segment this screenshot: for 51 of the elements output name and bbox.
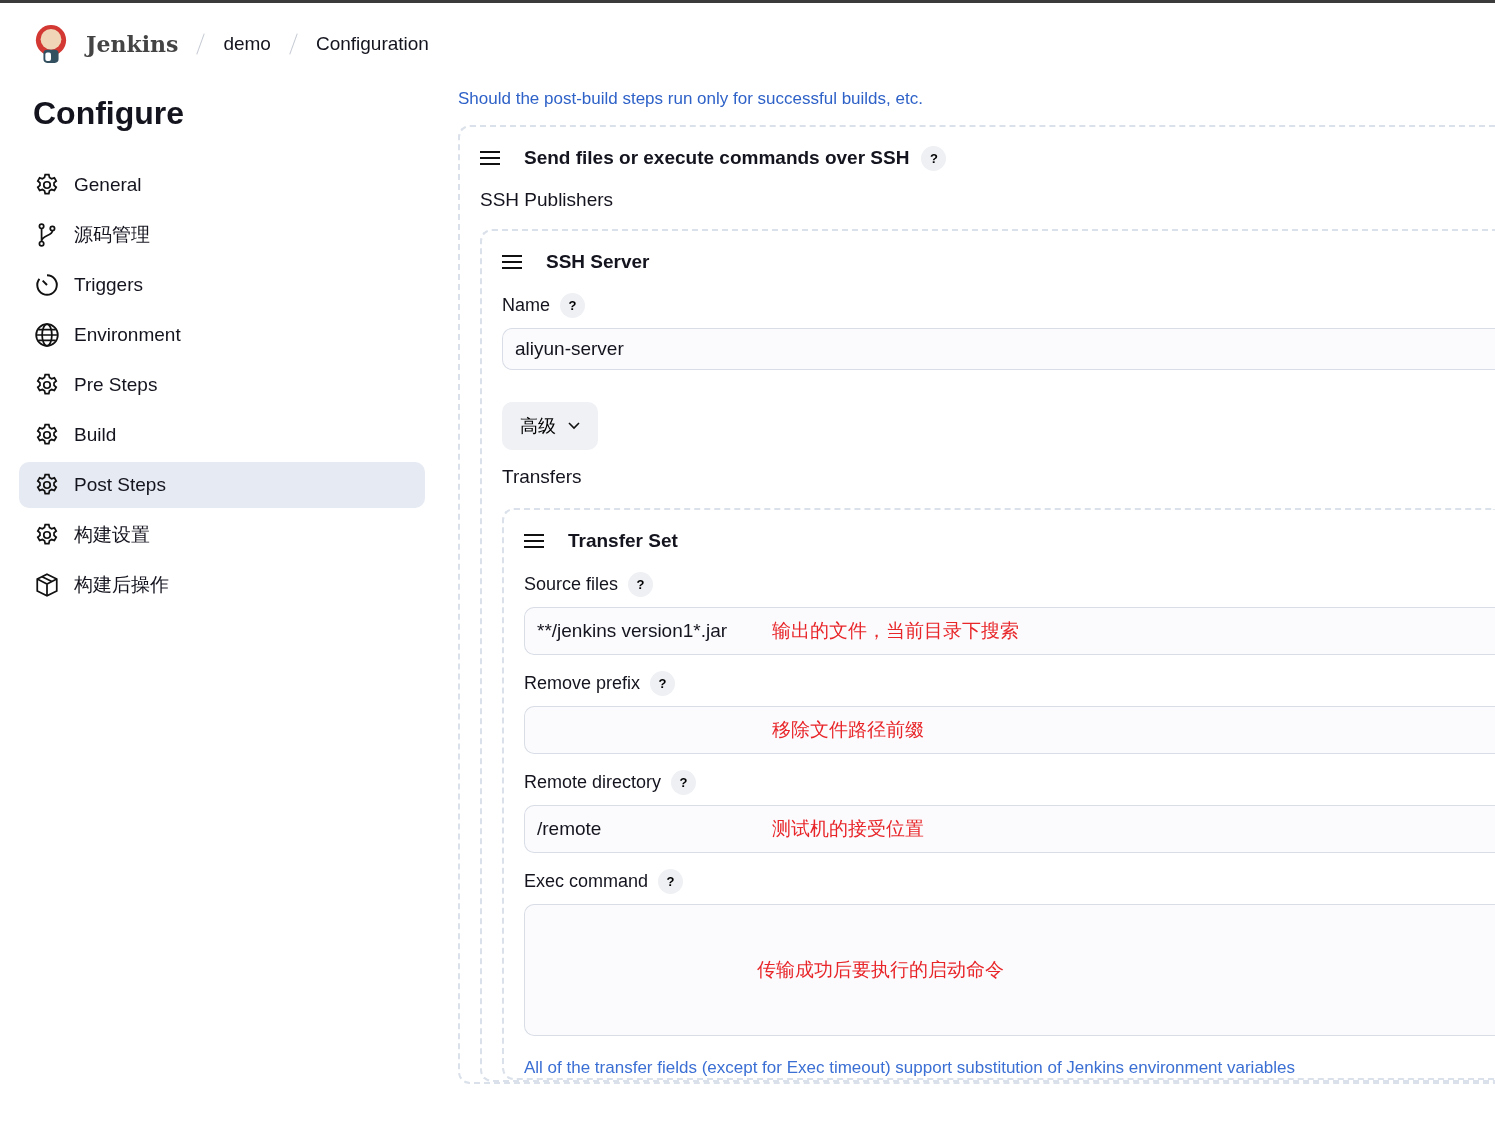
sidebar-item[interactable]: 构建后操作 bbox=[19, 562, 425, 608]
sidebar-item[interactable]: 构建设置 bbox=[19, 512, 425, 558]
name-field[interactable]: aliyun-server bbox=[502, 328, 1495, 370]
section-title: SSH Server bbox=[546, 251, 650, 273]
brand-name[interactable]: Jenkins bbox=[86, 31, 179, 57]
sidebar-item[interactable]: Post Steps bbox=[19, 462, 425, 508]
sidebar-item[interactable]: General bbox=[19, 162, 425, 208]
annotation-text: 输出的文件，当前目录下搜索 bbox=[772, 619, 1019, 643]
field-label: SSH Publishers bbox=[480, 189, 615, 211]
globe-icon bbox=[34, 322, 60, 348]
mascot-logo-icon[interactable] bbox=[34, 23, 68, 65]
help-button[interactable]: ? bbox=[658, 869, 684, 894]
field-label: Remote directory bbox=[524, 772, 662, 793]
menu-icon[interactable] bbox=[524, 534, 544, 548]
menu-icon[interactable] bbox=[502, 255, 522, 269]
field-value: **/jenkins version1*.jar bbox=[537, 620, 729, 642]
sidebar-item[interactable]: 源码管理 bbox=[19, 212, 425, 258]
help-link[interactable]: Should the post-build steps run only for successful builds, etc. bbox=[458, 89, 923, 109]
help-button[interactable]: ? bbox=[628, 572, 654, 597]
annotation-text: 移除文件路径前缀 bbox=[772, 718, 924, 742]
breadcrumb-link[interactable]: demo bbox=[223, 33, 271, 55]
help-button[interactable]: ? bbox=[671, 770, 697, 795]
annotation-text: 测试机的接受位置 bbox=[772, 817, 924, 841]
text-field[interactable]: /remote 测试机的接受位置 bbox=[524, 805, 1495, 853]
field-label: Remove prefix bbox=[524, 673, 641, 694]
sidebar-item[interactable]: Triggers bbox=[19, 262, 425, 308]
timer-icon bbox=[34, 272, 60, 298]
breadcrumb-link[interactable]: Configuration bbox=[315, 33, 429, 55]
field-label: Exec command bbox=[524, 871, 649, 892]
sidebar-item[interactable]: Build bbox=[19, 412, 425, 458]
advanced-button[interactable]: 高级 bbox=[502, 402, 598, 450]
field-label: Transfers bbox=[502, 466, 583, 488]
text-field[interactable]: 移除文件路径前缀 bbox=[524, 706, 1495, 754]
caret-icon bbox=[568, 422, 580, 430]
field-label: Source files bbox=[524, 574, 619, 595]
menu-icon[interactable] bbox=[480, 151, 500, 165]
help-button[interactable]: ? bbox=[560, 293, 585, 318]
annotation-text: 传输成功后要执行的启动命令 bbox=[757, 958, 1004, 982]
sidebar-item[interactable]: Environment bbox=[19, 312, 425, 358]
command-textarea[interactable]: 传输成功后要执行的启动命令 bbox=[524, 904, 1495, 1036]
help-button[interactable]: ? bbox=[650, 671, 676, 696]
help-button[interactable]: ? bbox=[921, 145, 947, 171]
text-field[interactable]: **/jenkins version1*.jar 输出的文件，当前目录下搜索 bbox=[524, 607, 1495, 655]
help-link[interactable]: All of the transfer fields (except for Exec timeout) support substitution of Jenkins environment variables bbox=[524, 1058, 1495, 1078]
field-value: /remote bbox=[537, 818, 603, 840]
sidebar-item[interactable]: Pre Steps bbox=[19, 362, 425, 408]
package-icon bbox=[34, 572, 60, 598]
section-title: Send files or execute commands over SSH bbox=[524, 147, 910, 169]
page-title: Configure bbox=[33, 95, 186, 132]
section-title: Transfer Set bbox=[568, 530, 678, 552]
field-label: Name bbox=[502, 295, 550, 316]
